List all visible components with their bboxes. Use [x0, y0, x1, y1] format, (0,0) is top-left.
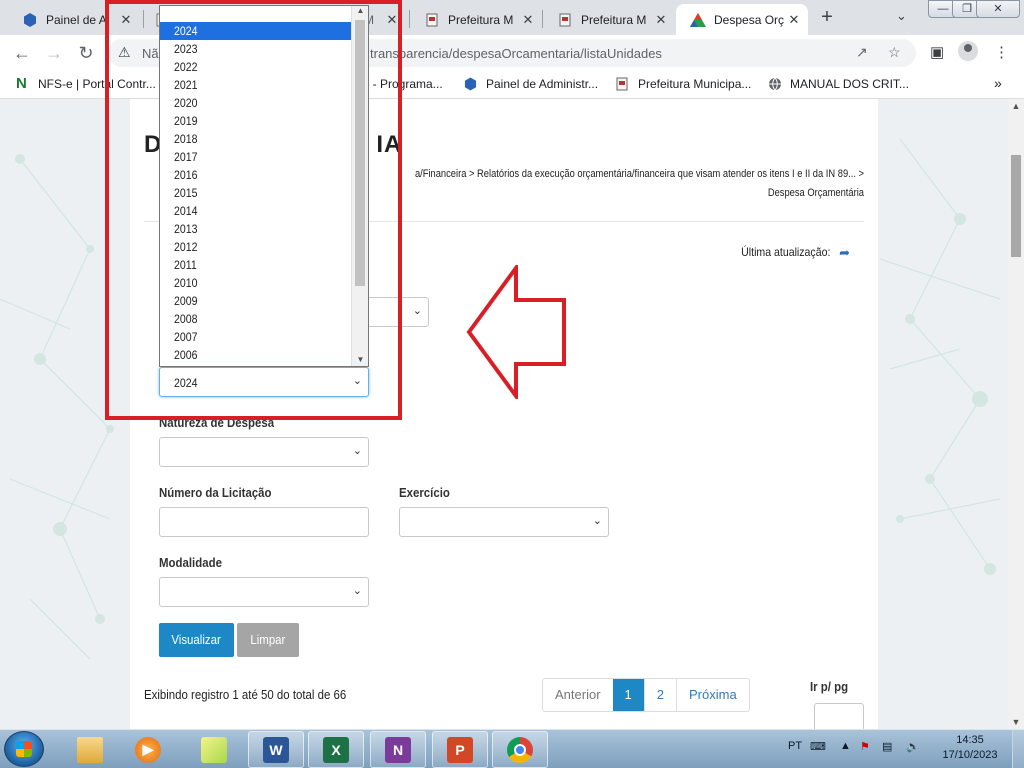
document-icon	[424, 12, 440, 28]
bookmark-manual[interactable]: MANUAL DOS CRIT...	[768, 77, 909, 91]
onenote-icon: N	[385, 736, 411, 763]
breadcrumb-current: Despesa Orçamentária	[767, 187, 864, 199]
notes-icon	[201, 736, 227, 763]
exercicio-select[interactable]: ⌄	[399, 507, 609, 537]
close-icon[interactable]: ✕	[520, 12, 536, 28]
natureza-select[interactable]: ⌄	[159, 437, 369, 467]
tab-prefeitura-2[interactable]: Prefeitura M ✕	[543, 4, 675, 35]
close-window-button[interactable]: ✕	[976, 0, 1020, 18]
excel-icon: X	[323, 736, 349, 763]
page-scroll-thumb[interactable]	[1011, 155, 1021, 257]
profile-avatar-icon[interactable]	[958, 41, 978, 61]
pagination-prev[interactable]: Anterior	[543, 679, 613, 711]
document-icon	[616, 77, 630, 91]
taskbar-sticky-notes[interactable]	[186, 731, 242, 768]
menu-kebab-icon[interactable]: ⋮	[994, 43, 1009, 61]
globe-icon	[768, 77, 782, 91]
taskbar-powerpoint[interactable]: P	[432, 731, 488, 768]
go-to-page-input[interactable]	[814, 703, 864, 729]
close-icon[interactable]: ✕	[786, 12, 802, 28]
tab-despesa-orcamentaria[interactable]: Despesa Orç ✕	[676, 4, 808, 35]
taskbar-chrome[interactable]	[492, 731, 548, 768]
star-icon[interactable]: ☆	[888, 44, 901, 61]
tab-title: Prefeitura M	[581, 12, 647, 27]
n-logo-icon: N	[16, 75, 27, 92]
exercicio-label: Exercício	[399, 485, 450, 500]
pagination: Anterior 1 2 Próxima	[542, 678, 750, 712]
breadcrumb: a/Financeira > Relatórios da execução or…	[344, 165, 864, 203]
taskbar-media-player[interactable]: ▶	[120, 731, 176, 768]
hexagon-icon	[464, 77, 478, 91]
new-tab-button[interactable]: +	[816, 6, 838, 28]
tray-arrow-icon[interactable]: ▲	[840, 740, 851, 752]
clock-date: 17/10/2023	[942, 749, 998, 761]
taskbar-word[interactable]: W	[248, 731, 304, 768]
chevron-down-icon: ⌄	[412, 305, 422, 317]
limpar-button[interactable]: Limpar	[237, 623, 299, 657]
clock-time: 14:35	[956, 734, 984, 746]
keyboard-icon[interactable]: ⌨	[810, 740, 826, 753]
tab-prefeitura-1[interactable]: Prefeitura M ✕	[410, 4, 542, 35]
powerpoint-icon: P	[447, 736, 473, 763]
pagination-page-2[interactable]: 2	[643, 679, 676, 711]
red-highlight-box	[105, 0, 402, 420]
side-panel-icon[interactable]: ▣	[930, 43, 944, 61]
page-scrollbar[interactable]: ▲ ▼	[1008, 99, 1024, 729]
chrome-icon	[507, 736, 533, 763]
breadcrumb-path[interactable]: a/Financeira > Relatórios da execução or…	[344, 165, 864, 184]
taskbar-explorer[interactable]	[62, 731, 118, 768]
numero-licitacao-input[interactable]	[159, 507, 369, 537]
numero-licitacao-label: Número da Licitação	[159, 485, 272, 500]
triangle-logo-icon	[690, 12, 706, 28]
last-update-label: Última atualização:	[740, 245, 830, 259]
show-desktop-button[interactable]	[1012, 730, 1024, 768]
records-summary: Exibindo registro 1 até 50 do total de 6…	[144, 687, 347, 702]
network-icon[interactable]: ▤	[882, 740, 892, 753]
back-arrow-icon[interactable]: ←	[10, 41, 34, 65]
visualizar-button[interactable]: Visualizar	[159, 623, 234, 657]
tab-title: Despesa Orç	[714, 12, 785, 27]
action-center-flag-icon[interactable]: ⚑	[860, 740, 870, 753]
pagination-page-1[interactable]: 1	[612, 679, 644, 711]
word-icon: W	[263, 736, 289, 763]
tab-search-chevron-icon[interactable]: ⌄	[896, 8, 907, 24]
go-to-page-label: Ir p/ pg	[810, 679, 849, 694]
share-icon[interactable]: ↗	[856, 44, 868, 61]
forward-arrow-icon[interactable]: →	[42, 41, 66, 65]
media-player-icon: ▶	[135, 736, 161, 763]
chevron-down-icon: ⌄	[352, 445, 362, 457]
folder-icon	[77, 736, 103, 763]
system-clock[interactable]: 14:35 17/10/2023	[930, 733, 1010, 763]
bookmark-prefeitura[interactable]: Prefeitura Municipa...	[616, 77, 751, 91]
url-text[interactable]: transparencia/despesaOrcamentaria/listaU…	[370, 46, 662, 61]
taskbar-excel[interactable]: X	[308, 731, 364, 768]
scroll-up-icon[interactable]: ▲	[1008, 101, 1024, 111]
modalidade-label: Modalidade	[159, 555, 222, 570]
scroll-down-icon[interactable]: ▼	[1008, 717, 1024, 727]
taskbar-onenote[interactable]: N	[370, 731, 426, 768]
volume-icon[interactable]: 🔈	[906, 740, 920, 753]
bookmark-painel[interactable]: Painel de Administr...	[464, 77, 598, 91]
tab-title: Prefeitura M	[448, 12, 514, 27]
reload-icon[interactable]: ↻	[74, 41, 98, 65]
hexagon-icon	[22, 12, 38, 28]
start-button[interactable]	[4, 731, 44, 767]
pagination-next[interactable]: Próxima	[676, 679, 749, 711]
chevron-down-icon: ⌄	[352, 585, 362, 597]
modalidade-select[interactable]: ⌄	[159, 577, 369, 607]
red-arrow-annotation	[466, 265, 566, 399]
chevron-down-icon: ⌄	[592, 515, 602, 527]
close-icon[interactable]: ✕	[653, 12, 669, 28]
share-arrow-icon[interactable]: ➦	[839, 245, 850, 261]
windows-taskbar: ▶ W X N P PT ⌨ ▲ ⚑ ▤ 🔈 14:35 17/10/2023	[0, 729, 1024, 768]
document-icon	[557, 12, 573, 28]
bookmarks-overflow-button[interactable]: »	[994, 75, 1002, 91]
language-indicator[interactable]: PT	[788, 740, 802, 752]
